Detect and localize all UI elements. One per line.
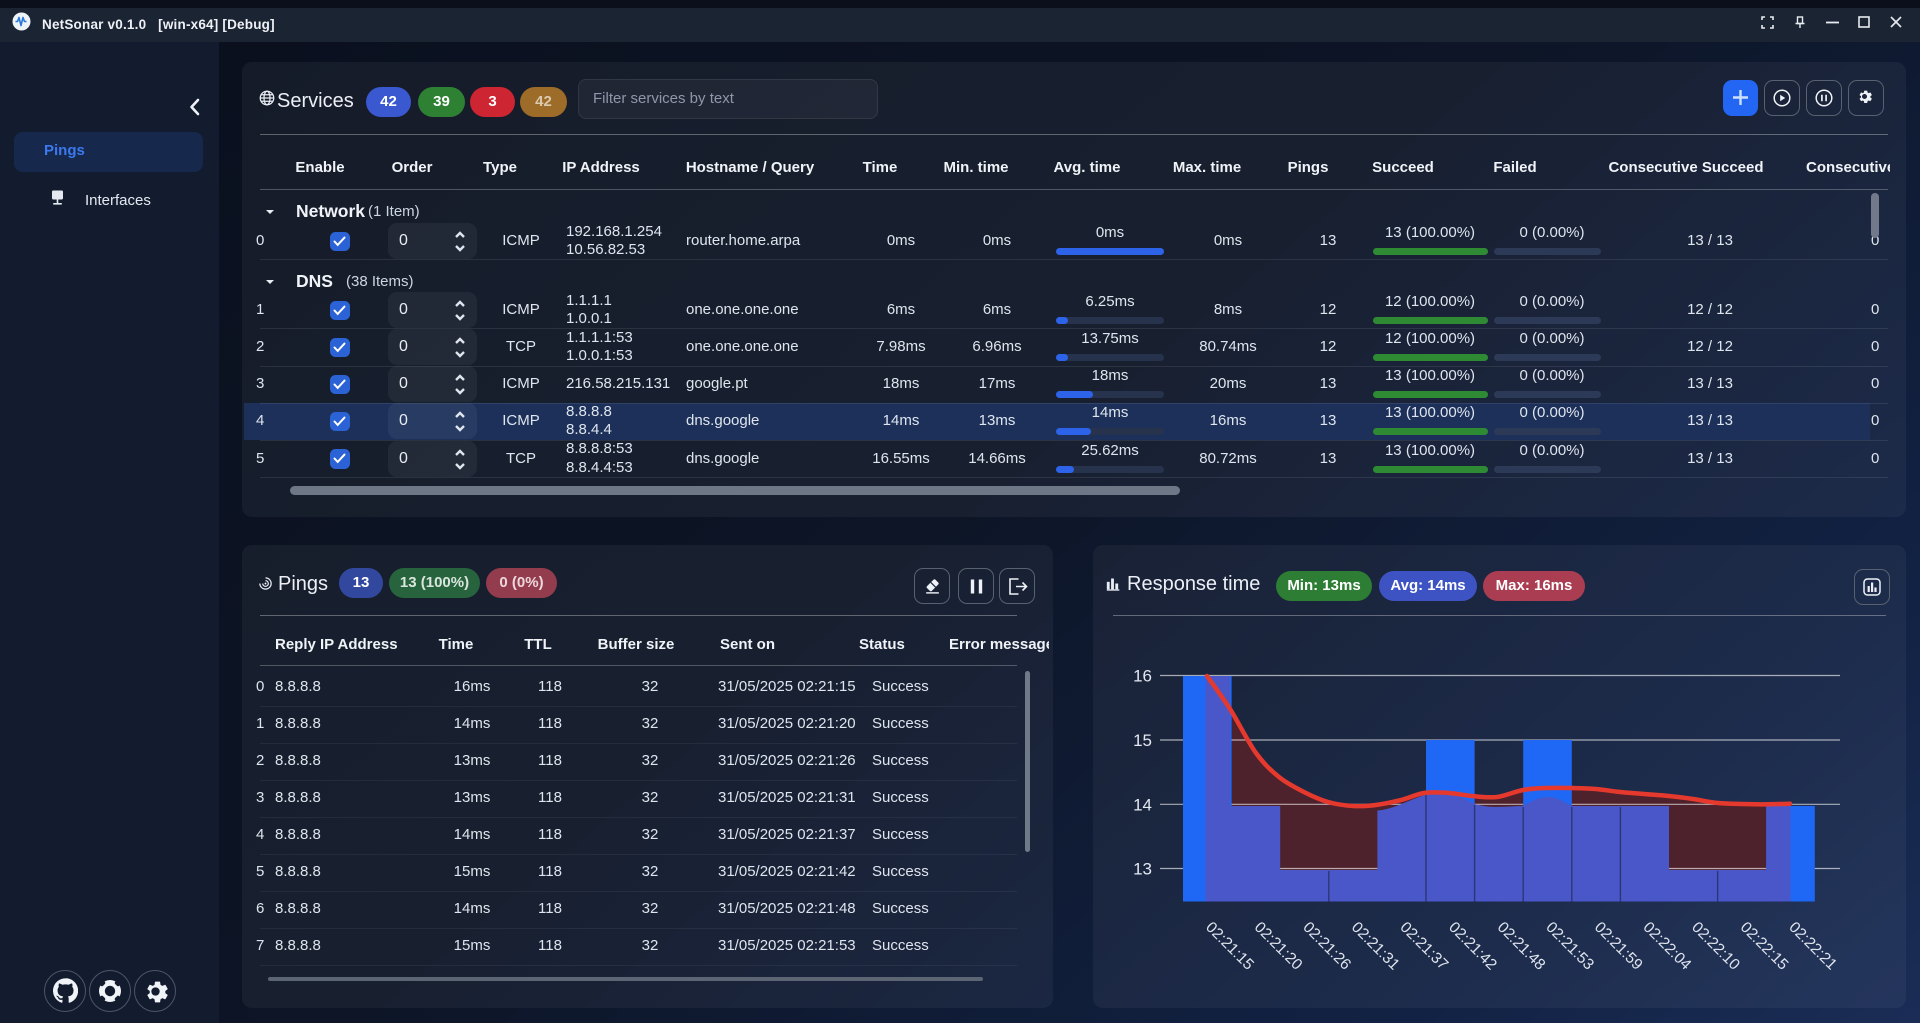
svg-text:13: 13 [1133, 860, 1152, 879]
svg-text:02:22:21: 02:22:21 [1785, 919, 1840, 974]
svg-text:02:21:15: 02:21:15 [1202, 919, 1257, 974]
svg-text:02:21:48: 02:21:48 [1494, 919, 1549, 974]
svg-text:02:21:31: 02:21:31 [1348, 919, 1403, 974]
svg-text:02:21:37: 02:21:37 [1397, 919, 1452, 974]
svg-text:02:22:10: 02:22:10 [1688, 919, 1743, 974]
svg-text:02:21:42: 02:21:42 [1445, 919, 1500, 974]
svg-text:02:22:15: 02:22:15 [1737, 919, 1792, 974]
svg-text:14: 14 [1133, 795, 1152, 814]
svg-text:02:21:26: 02:21:26 [1299, 919, 1354, 974]
svg-text:15: 15 [1133, 731, 1152, 750]
svg-text:02:21:59: 02:21:59 [1591, 919, 1646, 974]
svg-text:02:21:53: 02:21:53 [1542, 919, 1597, 974]
svg-text:02:22:04: 02:22:04 [1640, 919, 1695, 974]
svg-text:02:21:20: 02:21:20 [1251, 919, 1306, 974]
svg-text:16: 16 [1133, 667, 1152, 686]
